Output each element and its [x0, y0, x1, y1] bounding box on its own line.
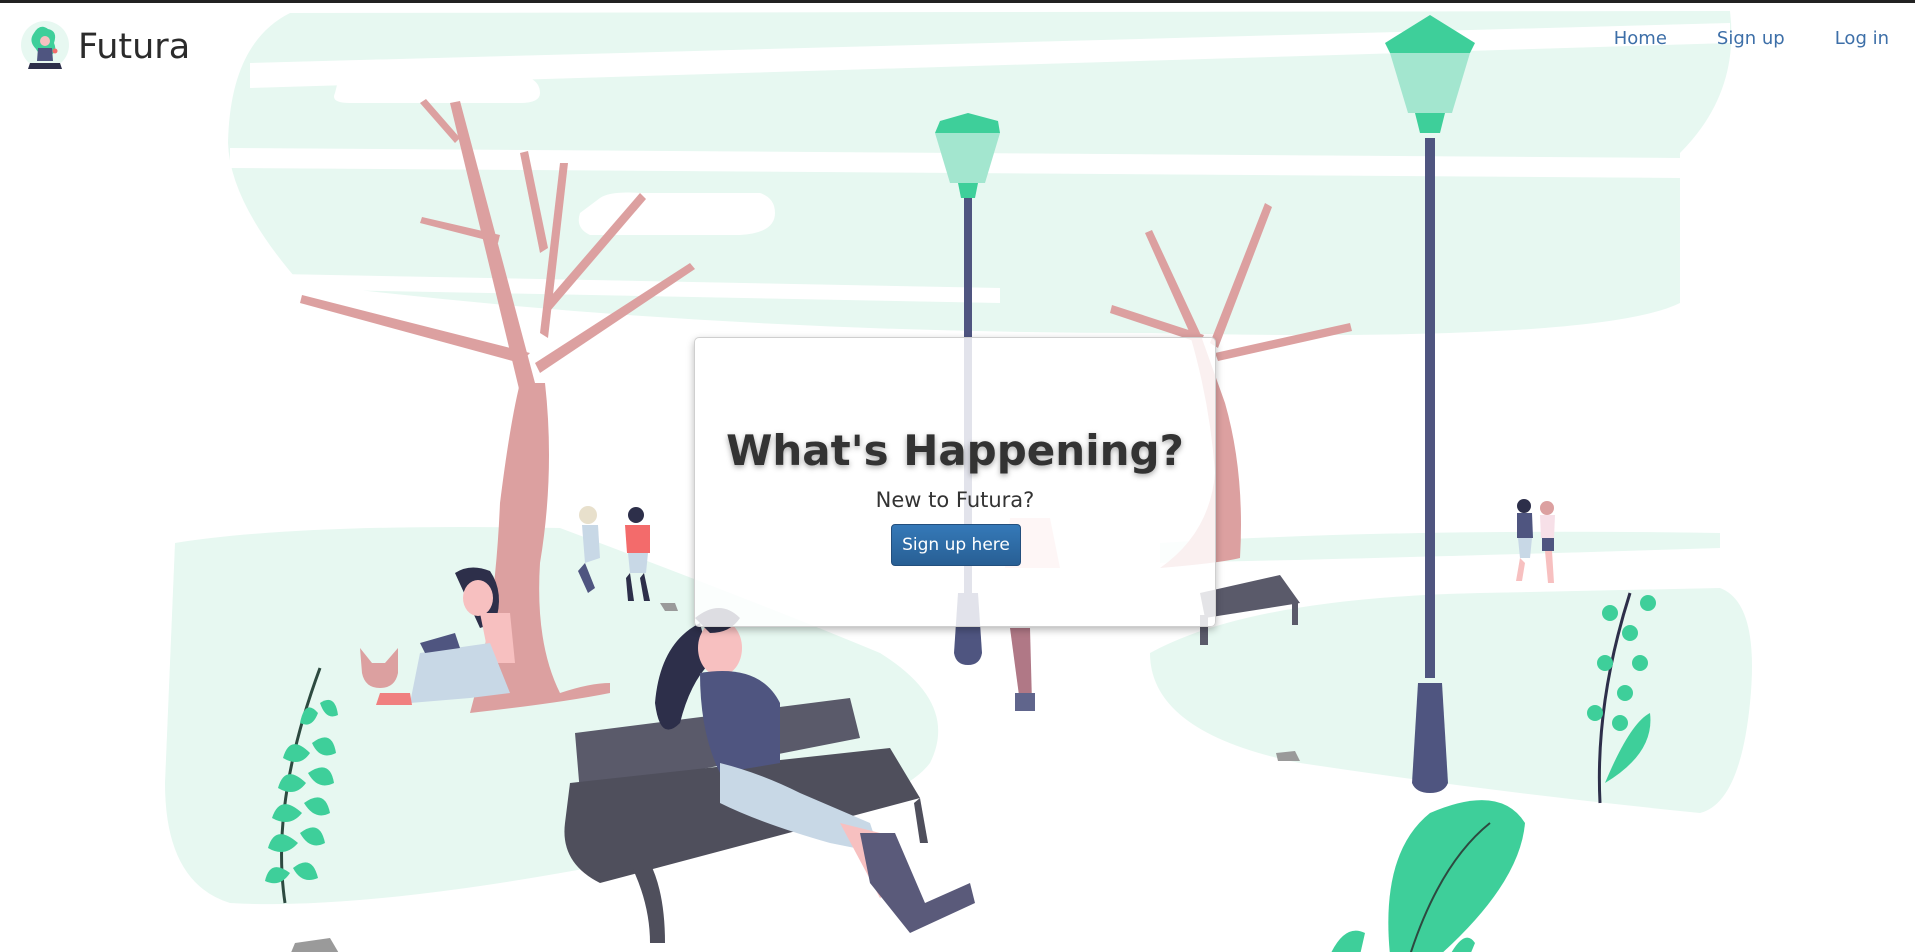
- nav-signup-link[interactable]: Sign up: [1717, 28, 1785, 49]
- rock: [291, 938, 339, 952]
- brand-name: Futura: [78, 27, 191, 67]
- ground-right: [1150, 588, 1752, 813]
- top-navbar: Futura Home Sign up Log in: [0, 3, 1915, 83]
- nav-links: Home Sign up Log in: [1614, 28, 1889, 49]
- large-leaf: [1331, 800, 1525, 952]
- meditating-person-logo-icon: [21, 21, 69, 69]
- nav-login-link[interactable]: Log in: [1835, 28, 1889, 49]
- nav-home-link[interactable]: Home: [1614, 28, 1667, 49]
- hero-title: What's Happening?: [726, 426, 1184, 475]
- hero-subtitle: New to Futura?: [875, 488, 1035, 512]
- page: Futura Home Sign up Log in What's Happen…: [0, 0, 1915, 952]
- hero-card: What's Happening? New to Futura? Sign up…: [694, 337, 1216, 627]
- cloud: [578, 192, 775, 235]
- brand-link[interactable]: Futura: [20, 21, 190, 73]
- sign-up-here-button[interactable]: Sign up here: [891, 524, 1021, 566]
